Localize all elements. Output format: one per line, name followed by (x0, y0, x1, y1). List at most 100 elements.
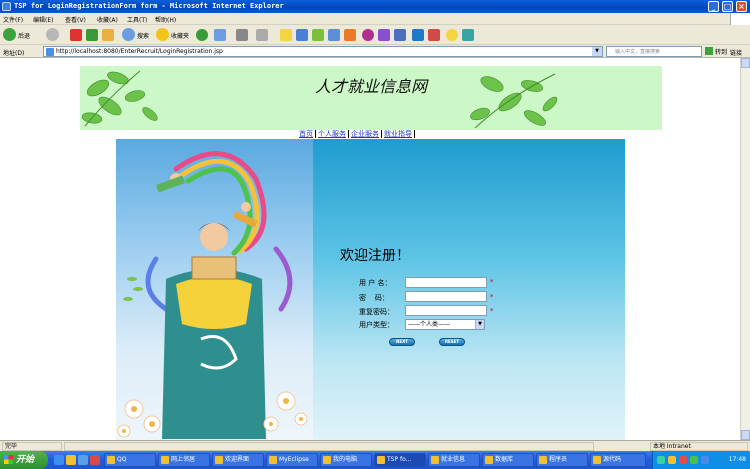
research-icon[interactable] (328, 29, 340, 41)
welcome-heading: 欢迎注册！ (340, 248, 410, 264)
task-button[interactable]: QQ (104, 453, 156, 467)
page-content: 人才就业信息网 首页 个人服务 企业服务 就业指导 欢迎注册！ 用 户 名： *… (0, 58, 740, 440)
history-icon[interactable] (196, 29, 208, 41)
next-button[interactable]: NEXT (389, 338, 415, 346)
clock: 17:48 (728, 456, 746, 463)
task-button[interactable]: 就业信息 (428, 453, 480, 467)
speaker-icon[interactable] (428, 29, 440, 41)
plugin-icon-2[interactable] (462, 29, 474, 41)
document-icon[interactable] (394, 29, 406, 41)
usertype-selected-value: ——个人类—— (408, 321, 451, 328)
home-icon[interactable] (102, 29, 114, 41)
smiley-icon[interactable] (446, 29, 458, 41)
password-required-mark: * (490, 293, 494, 301)
task-button[interactable]: 我的电脑 (320, 453, 372, 467)
usertype-select[interactable]: ——个人类—— ▼ (405, 319, 485, 330)
task-button[interactable]: 数据库 (482, 453, 534, 467)
folder-icon[interactable] (280, 29, 292, 41)
search-icon (122, 28, 135, 41)
tray-app-icon[interactable] (668, 456, 676, 464)
address-label: 地址(D) (3, 50, 25, 57)
menu-view[interactable]: 查看(V) (65, 15, 86, 24)
ie-quicklaunch-icon[interactable] (54, 455, 64, 465)
app-quicklaunch-icon[interactable] (90, 455, 100, 465)
windows-logo-icon (730, 13, 750, 25)
close-button[interactable]: × (736, 1, 747, 12)
task-button[interactable]: 程序员 (536, 453, 588, 467)
tool-icon[interactable] (312, 29, 324, 41)
go-button[interactable]: 转到 (705, 47, 727, 56)
star-icon (156, 28, 169, 41)
status-text: 完毕 (2, 442, 62, 451)
nav-personal-service[interactable]: 个人服务 (316, 130, 349, 138)
ie-icon (2, 2, 11, 11)
system-tray: 17:48 (652, 451, 750, 469)
address-bar: 地址(D) http://localhost:8080/EnterRecruit… (0, 45, 750, 58)
vertical-scrollbar[interactable] (740, 58, 750, 440)
menu-bar: 文件(F) 编辑(E) 查看(V) 收藏(A) 工具(T) 帮助(H) (0, 13, 750, 25)
registration-panel: 欢迎注册！ 用 户 名： * 密 码： * 重复密码： * 用户类型： ——个人… (313, 139, 625, 440)
task-button[interactable]: 网上邻居 (158, 453, 210, 467)
site-title: 人才就业信息网 (314, 77, 427, 96)
speaker-tray-icon[interactable] (690, 456, 698, 464)
menu-file[interactable]: 文件(F) (3, 15, 23, 24)
nav-enterprise-service[interactable]: 企业服务 (349, 130, 382, 138)
confirm-password-label: 重复密码： (359, 308, 394, 316)
messenger-icon[interactable] (296, 29, 308, 41)
window-titlebar[interactable]: TSP for LoginRegistrationForm form - Mic… (0, 0, 750, 13)
address-url: http://localhost:8080/EnterRecruit/Login… (56, 48, 223, 55)
address-input[interactable]: http://localhost:8080/EnterRecruit/Login… (43, 46, 603, 57)
media-quicklaunch-icon[interactable] (78, 455, 88, 465)
scroll-down-button[interactable] (741, 430, 750, 440)
search-input[interactable]: 输入中文，直接搜索 (606, 46, 702, 57)
confirm-password-input[interactable] (405, 305, 487, 316)
task-button-active[interactable]: TSP fo... (374, 453, 426, 467)
status-zone: 本地 Intranet (650, 442, 748, 451)
username-label: 用 户 名： (359, 279, 392, 287)
task-button[interactable]: 欢迎界面 (212, 453, 264, 467)
antivirus-icon[interactable] (679, 456, 687, 464)
chevron-down-icon[interactable]: ▼ (592, 47, 602, 56)
status-progress (64, 442, 594, 451)
search-button[interactable]: 搜索 (122, 28, 152, 42)
clock-icon[interactable] (362, 29, 374, 41)
task-button[interactable]: MyEclipse (266, 453, 318, 467)
plugin-icon[interactable] (344, 29, 356, 41)
confirm-required-mark: * (490, 307, 494, 315)
scroll-up-button[interactable] (741, 58, 750, 68)
minimize-button[interactable]: _ (708, 1, 719, 12)
menu-help[interactable]: 帮助(H) (155, 15, 176, 24)
desktop-quicklaunch-icon[interactable] (66, 455, 76, 465)
print-icon[interactable] (236, 29, 248, 41)
password-label: 密 码： (359, 294, 389, 302)
menu-edit[interactable]: 编辑(E) (33, 15, 53, 24)
menu-tools[interactable]: 工具(T) (127, 15, 147, 24)
edit-icon[interactable] (256, 29, 268, 41)
mail-icon[interactable] (214, 29, 226, 41)
task-button[interactable]: 源代码 (590, 453, 646, 467)
maximize-button[interactable]: □ (722, 1, 733, 12)
favorites-button[interactable]: 收藏夹 (156, 28, 192, 42)
start-button[interactable]: 开始 (0, 451, 48, 469)
illustration-panel (116, 139, 313, 440)
nav-home[interactable]: 首页 (297, 130, 316, 138)
username-input[interactable] (405, 277, 487, 288)
nav-career-guidance[interactable]: 就业指导 (382, 130, 415, 138)
forward-button[interactable] (46, 28, 66, 42)
reset-button[interactable]: RESET (439, 338, 465, 346)
chevron-down-icon[interactable]: ▼ (475, 320, 484, 329)
links-button[interactable]: 链接 (730, 48, 742, 57)
password-input[interactable] (405, 291, 487, 302)
qq-tray-icon[interactable] (701, 456, 709, 464)
refresh-icon[interactable] (86, 29, 98, 41)
back-button[interactable]: 后退 (3, 28, 41, 42)
app-icon[interactable] (412, 29, 424, 41)
window-title: TSP for LoginRegistrationForm form - Mic… (14, 2, 284, 10)
username-required-mark: * (490, 278, 494, 286)
gear-icon[interactable] (378, 29, 390, 41)
stop-icon[interactable] (70, 29, 82, 41)
status-bar: 完毕 本地 Intranet (0, 440, 750, 451)
menu-favorites[interactable]: 收藏(A) (97, 15, 118, 24)
usertype-label: 用户类型： (359, 321, 394, 329)
network-icon[interactable] (657, 456, 665, 464)
